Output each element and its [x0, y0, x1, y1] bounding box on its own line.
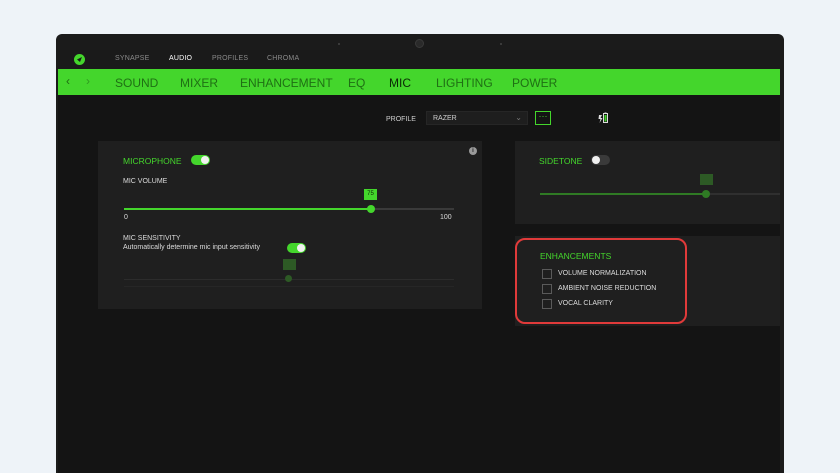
chevron-down-icon: ⌄ — [515, 113, 522, 122]
tab-mic[interactable]: MIC — [389, 76, 411, 90]
tab-audio[interactable]: AUDIO — [169, 55, 192, 62]
tab-power[interactable]: POWER — [512, 76, 557, 90]
mic-sensitivity-thumb-disabled — [285, 275, 292, 282]
sidetone-value-disabled — [700, 174, 713, 185]
tab-chroma[interactable]: CHROMA — [267, 55, 299, 62]
sidetone-fill — [540, 193, 705, 195]
sub-navigation: ‹ › SOUND MIXER ENHANCEMENT EQ MIC LIGHT… — [58, 69, 780, 95]
top-navigation: SYNAPSE AUDIO PROFILES CHROMA — [58, 50, 780, 69]
sidetone-title: SIDETONE — [539, 156, 583, 166]
tab-mixer[interactable]: MIXER — [180, 76, 218, 90]
ellipsis-icon[interactable]: ··· — [535, 111, 551, 125]
sidetone-slider-thumb[interactable] — [702, 190, 710, 198]
tab-lighting[interactable]: LIGHTING — [436, 76, 493, 90]
mic-sensitivity-auto-toggle[interactable] — [287, 243, 306, 253]
mic-volume-label: MIC VOLUME — [123, 178, 168, 185]
sidetone-toggle[interactable] — [591, 155, 610, 165]
enhancements-highlight-outline — [515, 238, 687, 324]
mic-sensitivity-title: MIC SENSITIVITY — [123, 235, 181, 242]
mic-volume-track[interactable] — [124, 208, 454, 210]
forward-arrow-icon[interactable]: › — [86, 74, 90, 88]
sidetone-panel — [515, 141, 780, 224]
mic-sensitivity-value-disabled — [283, 259, 296, 270]
bezel-sensor-left — [338, 43, 340, 45]
mic-sensitivity-auto-label: Automatically determine mic input sensit… — [123, 244, 260, 251]
sidetone-track[interactable] — [540, 193, 780, 195]
tab-synapse[interactable]: SYNAPSE — [115, 55, 149, 62]
tab-profiles[interactable]: PROFILES — [212, 55, 248, 62]
tab-sound[interactable]: SOUND — [115, 76, 158, 90]
microphone-title: MICROPHONE — [123, 156, 182, 166]
mic-volume-min: 0 — [124, 214, 128, 221]
profile-dropdown[interactable]: RAZER ⌄ — [426, 111, 528, 125]
info-icon[interactable]: i — [469, 147, 477, 155]
profile-value: RAZER — [433, 115, 457, 122]
mic-volume-slider-thumb[interactable] — [367, 205, 375, 213]
mic-sensitivity-scale-disabled — [124, 286, 454, 287]
tab-enhancement[interactable]: ENHANCEMENT — [240, 76, 333, 90]
battery-charging-icon — [598, 112, 608, 123]
microphone-panel — [98, 141, 482, 309]
razer-logo-icon[interactable] — [74, 54, 85, 65]
mic-volume-max: 100 — [440, 214, 452, 221]
mic-volume-fill — [124, 208, 371, 210]
webcam — [415, 39, 424, 48]
back-arrow-icon[interactable]: ‹ — [66, 74, 70, 88]
bezel-sensor-right — [500, 43, 502, 45]
profile-label: PROFILE — [386, 116, 416, 123]
mic-volume-value: 75 — [364, 189, 377, 200]
microphone-toggle[interactable] — [191, 155, 210, 165]
tab-eq[interactable]: EQ — [348, 76, 365, 90]
